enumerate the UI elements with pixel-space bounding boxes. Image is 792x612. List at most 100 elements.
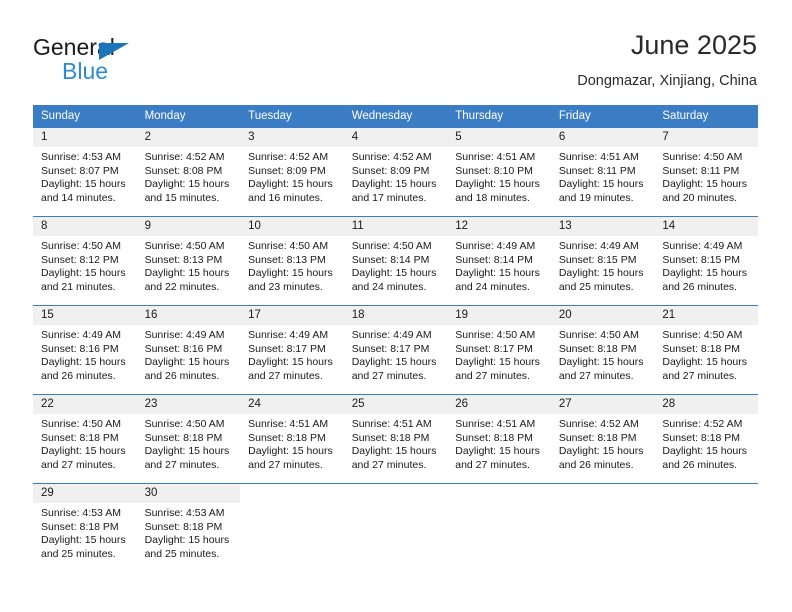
daylight-text-line1: Daylight: 15 hours — [248, 267, 333, 280]
day-cell[interactable]: 18 Sunrise: 4:49 AM Sunset: 8:17 PM Dayl… — [343, 305, 448, 395]
day-cell[interactable]: 28 Sunrise: 4:52 AM Sunset: 8:18 PM Dayl… — [654, 394, 758, 484]
day-cell[interactable]: 15 Sunrise: 4:49 AM Sunset: 8:16 PM Dayl… — [33, 305, 137, 395]
daylight-text-line2: and 27 minutes. — [455, 369, 530, 382]
daylight-text-line2: and 23 minutes. — [248, 280, 323, 293]
day-number — [240, 484, 344, 503]
day-details — [654, 503, 758, 507]
day-details: Sunrise: 4:52 AM Sunset: 8:08 PM Dayligh… — [137, 147, 241, 205]
daylight-text-line2: and 21 minutes. — [41, 280, 116, 293]
day-number: 13 — [550, 217, 655, 236]
daylight-text-line2: and 27 minutes. — [558, 369, 634, 382]
sunrise-text: Sunrise: 4:51 AM — [455, 151, 536, 163]
day-details: Sunrise: 4:49 AM Sunset: 8:17 PM Dayligh… — [344, 325, 448, 383]
daylight-text-line1: Daylight: 15 hours — [41, 445, 126, 458]
day-number: 23 — [136, 395, 241, 414]
day-cell[interactable]: 8 Sunrise: 4:50 AM Sunset: 8:12 PM Dayli… — [33, 216, 137, 306]
calendar-week-row: 8 Sunrise: 4:50 AM Sunset: 8:12 PM Dayli… — [33, 216, 758, 306]
daylight-text-line2: and 27 minutes. — [248, 369, 323, 382]
day-cell[interactable]: 7 Sunrise: 4:50 AM Sunset: 8:11 PM Dayli… — [654, 127, 758, 217]
day-details: Sunrise: 4:53 AM Sunset: 8:07 PM Dayligh… — [33, 147, 137, 205]
daylight-text-line2: and 19 minutes. — [558, 191, 634, 204]
empty-day-cell — [447, 483, 551, 572]
sunset-text: Sunset: 8:16 PM — [41, 342, 119, 355]
day-number: 8 — [33, 217, 137, 236]
day-cell[interactable]: 14 Sunrise: 4:49 AM Sunset: 8:15 PM Dayl… — [654, 216, 758, 306]
daylight-text-line2: and 16 minutes. — [248, 191, 323, 204]
day-cell[interactable]: 17 Sunrise: 4:49 AM Sunset: 8:17 PM Dayl… — [240, 305, 344, 395]
column-header-friday: Friday — [550, 105, 655, 128]
day-cell[interactable]: 30 Sunrise: 4:53 AM Sunset: 8:18 PM Dayl… — [136, 483, 241, 572]
day-details: Sunrise: 4:50 AM Sunset: 8:18 PM Dayligh… — [137, 414, 241, 472]
day-number: 27 — [550, 395, 655, 414]
daylight-text-line2: and 27 minutes. — [455, 458, 530, 471]
sunset-text: Sunset: 8:13 PM — [248, 253, 326, 266]
day-details: Sunrise: 4:49 AM Sunset: 8:16 PM Dayligh… — [33, 325, 137, 383]
day-number: 12 — [447, 217, 551, 236]
day-cell[interactable]: 1 Sunrise: 4:53 AM Sunset: 8:07 PM Dayli… — [33, 127, 137, 217]
title-block: June 2025 Dongmazar, Xinjiang, China — [577, 28, 757, 91]
day-cell[interactable]: 16 Sunrise: 4:49 AM Sunset: 8:16 PM Dayl… — [136, 305, 241, 395]
sunrise-text: Sunrise: 4:51 AM — [558, 151, 639, 163]
day-cell[interactable]: 4 Sunrise: 4:52 AM Sunset: 8:09 PM Dayli… — [343, 127, 448, 217]
sunset-text: Sunset: 8:14 PM — [351, 253, 430, 266]
day-cell[interactable]: 2 Sunrise: 4:52 AM Sunset: 8:08 PM Dayli… — [136, 127, 241, 217]
day-details — [240, 503, 344, 507]
daylight-text-line2: and 18 minutes. — [455, 191, 530, 204]
day-details: Sunrise: 4:50 AM Sunset: 8:18 PM Dayligh… — [33, 414, 137, 472]
sunrise-text: Sunrise: 4:53 AM — [41, 507, 121, 519]
sunrise-text: Sunrise: 4:52 AM — [144, 151, 225, 163]
generalblue-logo[interactable]: General Blue — [33, 34, 153, 92]
sunset-text: Sunset: 8:18 PM — [558, 431, 637, 444]
column-header-monday: Monday — [136, 105, 241, 128]
daylight-text-line2: and 27 minutes. — [41, 458, 116, 471]
sunrise-text: Sunrise: 4:49 AM — [662, 240, 743, 252]
day-number: 7 — [654, 128, 758, 147]
day-cell[interactable]: 22 Sunrise: 4:50 AM Sunset: 8:18 PM Dayl… — [33, 394, 137, 484]
logo-text-blue: Blue — [62, 58, 109, 84]
day-details: Sunrise: 4:50 AM Sunset: 8:14 PM Dayligh… — [344, 236, 448, 294]
daylight-text-line2: and 27 minutes. — [144, 458, 220, 471]
day-cell[interactable]: 11 Sunrise: 4:50 AM Sunset: 8:14 PM Dayl… — [343, 216, 448, 306]
day-cell[interactable]: 5 Sunrise: 4:51 AM Sunset: 8:10 PM Dayli… — [447, 127, 551, 217]
daylight-text-line2: and 27 minutes. — [248, 458, 323, 471]
day-details: Sunrise: 4:51 AM Sunset: 8:11 PM Dayligh… — [551, 147, 655, 205]
daylight-text-line1: Daylight: 15 hours — [351, 445, 437, 458]
daylight-text-line1: Daylight: 15 hours — [662, 356, 748, 369]
day-cell[interactable]: 27 Sunrise: 4:52 AM Sunset: 8:18 PM Dayl… — [550, 394, 655, 484]
day-cell[interactable]: 26 Sunrise: 4:51 AM Sunset: 8:18 PM Dayl… — [447, 394, 551, 484]
daylight-text-line2: and 26 minutes. — [41, 369, 116, 382]
day-cell[interactable]: 3 Sunrise: 4:52 AM Sunset: 8:09 PM Dayli… — [240, 127, 344, 217]
day-cell[interactable]: 13 Sunrise: 4:49 AM Sunset: 8:15 PM Dayl… — [550, 216, 655, 306]
day-cell[interactable]: 10 Sunrise: 4:50 AM Sunset: 8:13 PM Dayl… — [240, 216, 344, 306]
sunrise-text: Sunrise: 4:52 AM — [662, 418, 743, 430]
day-cell[interactable]: 19 Sunrise: 4:50 AM Sunset: 8:17 PM Dayl… — [447, 305, 551, 395]
day-cell[interactable]: 29 Sunrise: 4:53 AM Sunset: 8:18 PM Dayl… — [33, 483, 137, 572]
daylight-text-line2: and 26 minutes. — [558, 458, 634, 471]
sunset-text: Sunset: 8:10 PM — [455, 164, 533, 177]
sunset-text: Sunset: 8:18 PM — [41, 520, 119, 533]
daylight-text-line1: Daylight: 15 hours — [248, 445, 333, 458]
daylight-text-line2: and 24 minutes. — [455, 280, 530, 293]
page-header: General Blue June 2025 Dongmazar, Xinjia… — [33, 28, 757, 98]
day-details — [447, 503, 551, 507]
sunset-text: Sunset: 8:17 PM — [455, 342, 533, 355]
sunset-text: Sunset: 8:18 PM — [558, 342, 637, 355]
day-cell[interactable]: 25 Sunrise: 4:51 AM Sunset: 8:18 PM Dayl… — [343, 394, 448, 484]
calendar-week-row: 29 Sunrise: 4:53 AM Sunset: 8:18 PM Dayl… — [33, 483, 758, 572]
daylight-text-line2: and 25 minutes. — [41, 547, 116, 560]
sunset-text: Sunset: 8:08 PM — [144, 164, 223, 177]
day-cell[interactable]: 9 Sunrise: 4:50 AM Sunset: 8:13 PM Dayli… — [136, 216, 241, 306]
day-details: Sunrise: 4:51 AM Sunset: 8:18 PM Dayligh… — [240, 414, 344, 472]
day-cell[interactable]: 24 Sunrise: 4:51 AM Sunset: 8:18 PM Dayl… — [240, 394, 344, 484]
day-cell[interactable]: 6 Sunrise: 4:51 AM Sunset: 8:11 PM Dayli… — [550, 127, 655, 217]
empty-day-cell — [654, 483, 758, 572]
sunset-text: Sunset: 8:18 PM — [351, 431, 430, 444]
day-cell[interactable]: 21 Sunrise: 4:50 AM Sunset: 8:18 PM Dayl… — [654, 305, 758, 395]
day-cell[interactable]: 20 Sunrise: 4:50 AM Sunset: 8:18 PM Dayl… — [550, 305, 655, 395]
day-details: Sunrise: 4:50 AM Sunset: 8:18 PM Dayligh… — [654, 325, 758, 383]
calendar-week-row: 1 Sunrise: 4:53 AM Sunset: 8:07 PM Dayli… — [33, 127, 758, 217]
daylight-text-line1: Daylight: 15 hours — [144, 356, 230, 369]
day-cell[interactable]: 12 Sunrise: 4:49 AM Sunset: 8:14 PM Dayl… — [447, 216, 551, 306]
daylight-text-line1: Daylight: 15 hours — [351, 267, 437, 280]
day-cell[interactable]: 23 Sunrise: 4:50 AM Sunset: 8:18 PM Dayl… — [136, 394, 241, 484]
